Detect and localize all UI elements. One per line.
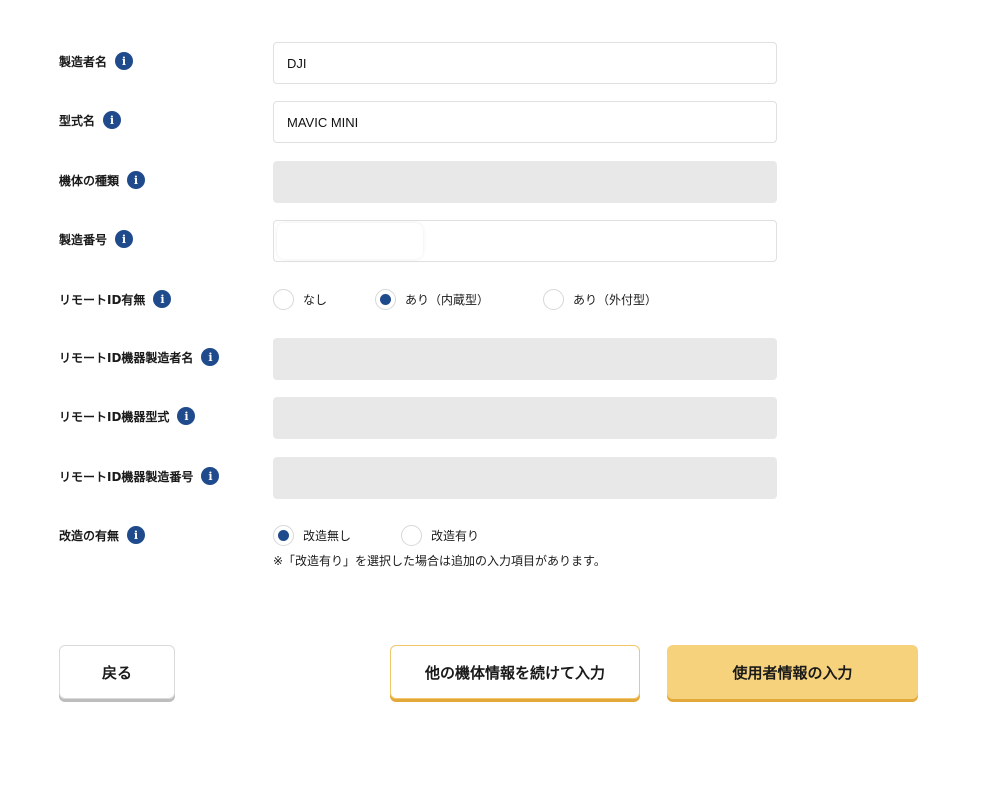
model-label: 型式名 i [59, 111, 122, 129]
radio-label: 改造無し [303, 529, 352, 543]
modification-option-yes[interactable]: 改造有り [401, 525, 479, 546]
remote-id-radio-group: なし あり（内蔵型） あり（外付型） [273, 289, 657, 310]
serial-number-input[interactable] [273, 220, 777, 262]
info-icon[interactable]: i [115, 52, 134, 70]
modification-label: 改造の有無 i [59, 526, 146, 544]
remote-id-model-label: リモートID機器型式 i [59, 407, 196, 425]
info-icon[interactable]: i [127, 526, 146, 544]
modification-note: ※「改造有り」を選択した場合は追加の入力項目があります。 [273, 554, 606, 568]
remote-id-model-input [273, 397, 777, 439]
info-icon[interactable]: i [153, 290, 172, 308]
serial-number-label-text: 製造番号 [59, 232, 108, 247]
modification-label-text: 改造の有無 [59, 528, 120, 543]
radio-circle[interactable] [543, 289, 564, 310]
info-icon[interactable]: i [201, 467, 220, 485]
radio-circle-selected[interactable] [375, 289, 396, 310]
manufacturer-input[interactable]: DJI [273, 42, 777, 84]
remote-id-model-label-text: リモートID機器型式 [59, 409, 170, 424]
radio-label: なし [303, 293, 328, 307]
remote-id-label-text: リモートID有無 [59, 292, 146, 307]
modification-radio-group: 改造無し 改造有り [273, 525, 479, 546]
info-icon[interactable]: i [127, 171, 146, 189]
info-icon[interactable]: i [103, 111, 122, 129]
remote-id-serial-label: リモートID機器製造番号 i [59, 467, 220, 485]
radio-circle[interactable] [401, 525, 422, 546]
manufacturer-label-text: 製造者名 [59, 54, 108, 69]
aircraft-type-input [273, 161, 777, 203]
manufacturer-label: 製造者名 i [59, 52, 134, 70]
remote-id-serial-input [273, 457, 777, 499]
remote-id-label: リモートID有無 i [59, 290, 172, 308]
remote-id-option-external[interactable]: あり（外付型） [543, 289, 657, 310]
radio-label: 改造有り [431, 529, 480, 543]
modification-option-none[interactable]: 改造無し [273, 525, 401, 546]
info-icon[interactable]: i [201, 348, 220, 366]
user-info-button[interactable]: 使用者情報の入力 [667, 645, 918, 699]
redacted-value [277, 223, 423, 259]
radio-label: あり（外付型） [573, 293, 658, 307]
continue-other-aircraft-button[interactable]: 他の機体情報を続けて入力 [390, 645, 640, 699]
model-input[interactable]: MAVIC MINI [273, 101, 777, 143]
radio-circle-selected[interactable] [273, 525, 294, 546]
back-button[interactable]: 戻る [59, 645, 175, 699]
remote-id-manufacturer-label: リモートID機器製造者名 i [59, 348, 220, 366]
aircraft-type-label: 機体の種類 i [59, 171, 146, 189]
info-icon[interactable]: i [115, 230, 134, 248]
remote-id-option-builtin[interactable]: あり（内蔵型） [375, 289, 543, 310]
remote-id-manufacturer-label-text: リモートID機器製造者名 [59, 350, 194, 365]
aircraft-type-label-text: 機体の種類 [59, 173, 120, 188]
remote-id-serial-label-text: リモートID機器製造番号 [59, 469, 194, 484]
serial-number-label: 製造番号 i [59, 230, 134, 248]
radio-circle[interactable] [273, 289, 294, 310]
remote-id-manufacturer-input [273, 338, 777, 380]
info-icon[interactable]: i [177, 407, 196, 425]
model-label-text: 型式名 [59, 113, 96, 128]
remote-id-option-none[interactable]: なし [273, 289, 375, 310]
radio-label: あり（内蔵型） [405, 293, 490, 307]
